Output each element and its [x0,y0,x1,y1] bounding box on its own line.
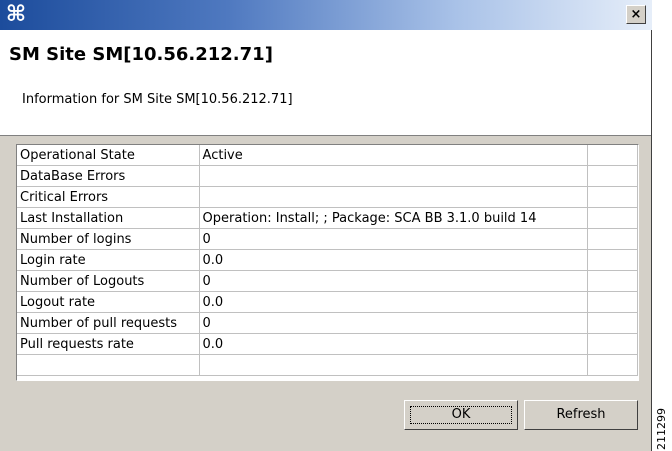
row-value: 0 [199,312,589,334]
row-value: 0.0 [199,291,589,313]
row-extra [587,312,638,334]
figure-id-label: 211299 [650,360,670,450]
row-name: Logout rate [17,291,200,313]
table-row[interactable]: Pull requests rate 0.0 [17,333,638,355]
table-row[interactable]: Operational State Active [17,145,638,166]
row-extra [587,354,638,376]
row-extra [587,145,638,166]
app-icon: ⌘ [5,2,27,27]
page-subtitle: Information for SM Site SM[10.56.212.71] [22,92,293,107]
table-row[interactable]: Number of pull requests 0 [17,312,638,334]
row-extra [587,291,638,313]
table-row[interactable]: Last Installation Operation: Install; ; … [17,207,638,229]
close-icon: × [630,7,642,22]
table-row[interactable]: Logout rate 0.0 [17,291,638,313]
close-button[interactable]: × [626,5,646,24]
row-extra [587,186,638,208]
refresh-button[interactable]: Refresh [524,400,638,430]
figure-id-text: 211299 [655,408,668,450]
ok-button-label: OK [410,406,512,424]
row-extra [587,207,638,229]
table-row[interactable]: Number of Logouts 0 [17,270,638,292]
table-row[interactable]: Number of logins 0 [17,228,638,250]
row-value [199,354,589,376]
row-name: Number of pull requests [17,312,200,334]
row-name: DataBase Errors [17,165,200,187]
page-title: SM Site SM[10.56.212.71] [9,44,273,65]
row-extra [587,249,638,271]
row-value [199,165,589,187]
row-name: Number of logins [17,228,200,250]
dialog-window: ⌘ × SM Site SM[10.56.212.71] Information… [0,0,652,451]
row-extra [587,165,638,187]
row-name: Critical Errors [17,186,200,208]
row-name: Pull requests rate [17,333,200,355]
row-name: Last Installation [17,207,200,229]
row-value [199,186,589,208]
row-extra [587,228,638,250]
row-name: Number of Logouts [17,270,200,292]
title-bar[interactable]: ⌘ × [0,0,652,30]
row-value: 0.0 [199,249,589,271]
table-row[interactable]: DataBase Errors [17,165,638,187]
row-extra [587,333,638,355]
row-name: Login rate [17,249,200,271]
row-extra [587,270,638,292]
ok-button[interactable]: OK [404,400,518,430]
dialog-header: SM Site SM[10.56.212.71] Information for… [0,30,651,136]
row-value: 0 [199,228,589,250]
info-table[interactable]: Operational State Active DataBase Errors… [16,144,639,381]
row-value: Operation: Install; ; Package: SCA BB 3.… [199,207,589,229]
row-value: 0.0 [199,333,589,355]
table-row[interactable] [17,354,638,376]
row-value: Active [199,145,589,166]
row-name: Operational State [17,145,200,166]
row-name [17,354,200,376]
table-row[interactable]: Critical Errors [17,186,638,208]
table-row[interactable]: Login rate 0.0 [17,249,638,271]
row-value: 0 [199,270,589,292]
